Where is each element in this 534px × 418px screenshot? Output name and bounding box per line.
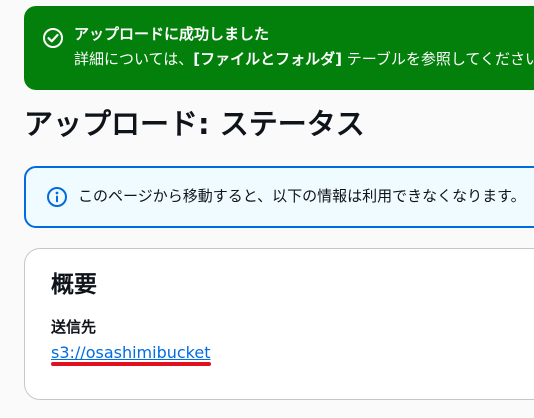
flash-message-suffix: テーブルを参照してください。 bbox=[341, 50, 534, 68]
destination-label: 送信先 bbox=[51, 318, 97, 336]
destination-link[interactable]: s3://osashimibucket bbox=[51, 342, 210, 364]
upload-status-page: アップロードに成功しました 詳細については、[ファイルとフォルダ] テーブルを参… bbox=[0, 0, 534, 418]
overview-heading: 概要 bbox=[51, 272, 97, 298]
flash-message-emphasis: [ファイルとフォルダ] bbox=[193, 50, 342, 68]
overview-container: 概要 送信先 s3://osashimibucket bbox=[24, 248, 534, 400]
flash-message-prefix: 詳細については、 bbox=[74, 50, 194, 68]
info-alert: このページから移動すると、以下の情報は利用できなくなります。 bbox=[24, 166, 534, 228]
info-circle-icon bbox=[46, 186, 68, 208]
info-alert-text: このページから移動すると、以下の情報は利用できなくなります。 bbox=[78, 187, 526, 205]
page-title: アップロード: ステータス bbox=[24, 107, 365, 141]
red-annotation-underline bbox=[51, 362, 211, 366]
success-flash-banner: アップロードに成功しました 詳細については、[ファイルとフォルダ] テーブルを参… bbox=[24, 6, 534, 90]
flash-title: アップロードに成功しました bbox=[74, 25, 270, 43]
flash-message: 詳細については、[ファイルとフォルダ] テーブルを参照してください。 bbox=[74, 48, 534, 70]
check-circle-icon bbox=[42, 27, 64, 49]
